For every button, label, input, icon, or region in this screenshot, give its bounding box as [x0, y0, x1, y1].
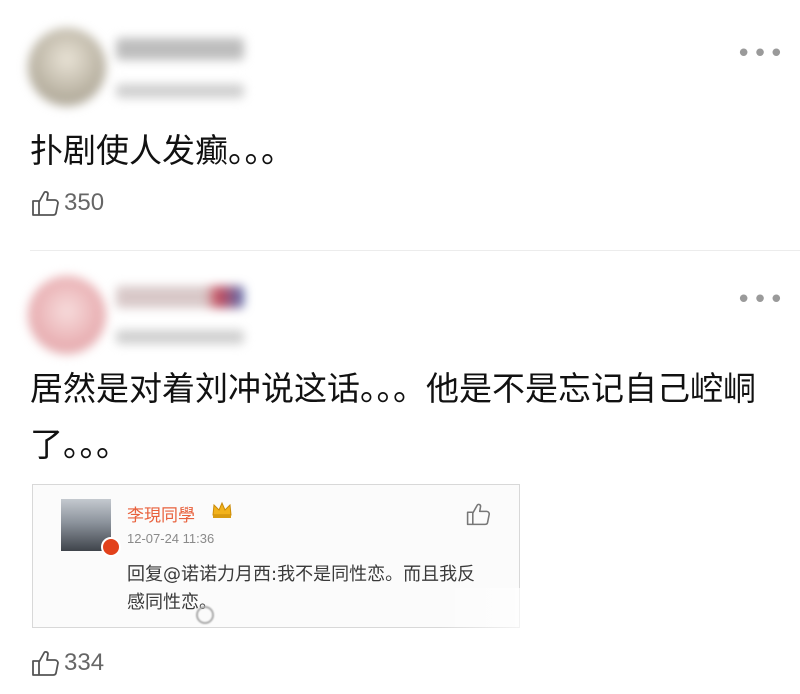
avatar[interactable]	[28, 28, 106, 106]
like-button[interactable]: 334	[30, 648, 104, 678]
thumbs-up-icon[interactable]	[465, 501, 491, 527]
divider	[30, 250, 800, 251]
image-edge-fade	[440, 588, 560, 628]
crown-icon	[212, 501, 232, 518]
like-count: 334	[64, 649, 105, 676]
like-button[interactable]: 350	[30, 188, 104, 218]
more-dots-icon[interactable]: •••	[736, 287, 785, 313]
like-count: 350	[64, 189, 105, 216]
comment-text: 扑剧使人发癫。。。	[30, 131, 294, 170]
comment-text-line-2: 了。。。	[30, 425, 129, 464]
quoted-timestamp: 12-07-24 11:36	[127, 531, 215, 546]
comment-text-line-1: 居然是对着刘冲说这话。。。他是不是忘记自己崆峒	[30, 369, 756, 408]
thumbs-up-icon	[32, 651, 59, 676]
more-dots-icon[interactable]: •••	[736, 41, 785, 67]
timestamp-blurred	[116, 84, 244, 98]
username-blurred[interactable]	[116, 38, 244, 60]
timestamp-blurred	[116, 330, 244, 344]
weibo-watermark-icon	[196, 606, 214, 624]
verified-badge-icon	[101, 537, 121, 557]
quoted-username: 李現同學	[127, 506, 195, 526]
thumbs-up-icon	[32, 191, 59, 216]
avatar[interactable]	[28, 276, 106, 354]
quoted-content: 回复@诺诺力月西:我不是同性恋。而且我反感同性恋。	[127, 564, 476, 613]
username-blurred[interactable]	[116, 286, 244, 308]
